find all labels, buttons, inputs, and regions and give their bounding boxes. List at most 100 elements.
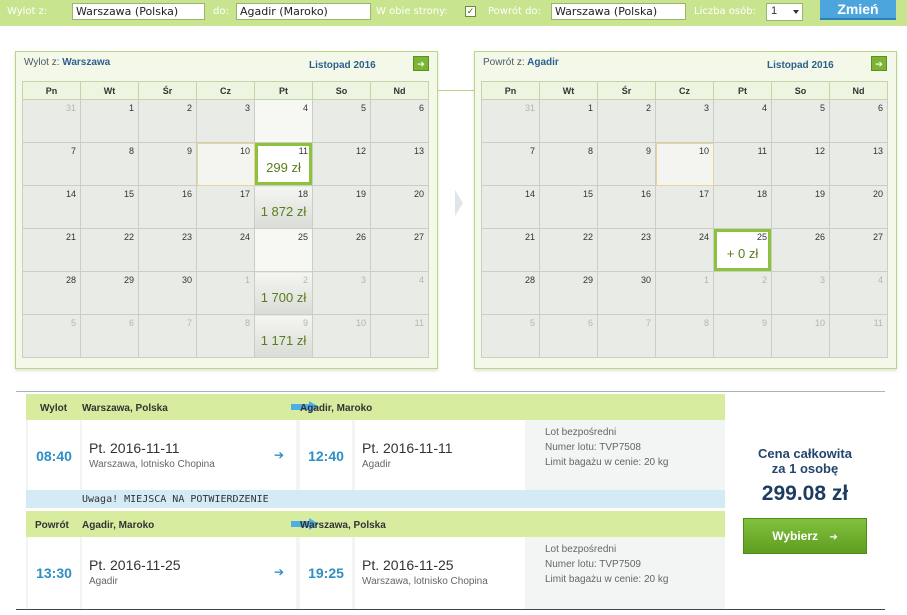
flight-number: Numer lotu: TVP7508 (545, 442, 641, 453)
calendar-day: 3 (771, 271, 830, 315)
day-number: 21 (65, 232, 76, 242)
day-number: 28 (524, 275, 535, 285)
calendar-day: 22 (539, 228, 598, 272)
calendar-day: 27 (370, 228, 429, 272)
day-number: 2 (761, 275, 767, 285)
day-number: 16 (640, 189, 651, 199)
calendar-day-with-price[interactable]: 18 1 872 zł (254, 185, 313, 229)
day-number: 25 (756, 232, 767, 242)
leg-label: Wylot (40, 403, 68, 414)
flight-baggage: Limit bagażu w cenie: 20 kg (545, 574, 669, 585)
departure-time: 08:40 (28, 420, 80, 492)
calendar-day: 8 (80, 142, 139, 186)
day-number: 25 (297, 232, 308, 242)
day-number: 31 (524, 103, 535, 113)
day-number: 9 (302, 318, 308, 328)
arrival-airport: Warszawa, lotnisko Chopina (362, 576, 488, 587)
day-number: 3 (244, 103, 250, 113)
roundtrip-checkbox[interactable]: ✓ (465, 6, 476, 17)
day-number: 1 (587, 103, 593, 113)
flight-info: Lot bezpośredni Numer lotu: TVP7508 Limi… (545, 425, 668, 470)
calendar-day-with-price[interactable]: 9 1 171 zł (254, 314, 313, 358)
day-price: 1 700 zł (260, 290, 307, 305)
calendar-day: 5 (312, 99, 371, 143)
day-number: 8 (587, 146, 593, 156)
day-number: 18 (756, 189, 767, 199)
from-label: Wylot z: (7, 6, 48, 17)
calendar-day: 10 (196, 142, 255, 186)
day-number: 9 (761, 318, 767, 328)
day-number: 6 (418, 103, 424, 113)
calendar-day: 8 (655, 314, 714, 358)
day-number: 6 (587, 318, 593, 328)
day-number: 6 (877, 103, 883, 113)
arrival-time: 19:25 (300, 537, 352, 609)
calendar-day: 6 (80, 314, 139, 358)
day-number: 1 (128, 103, 134, 113)
weekday-header: So (771, 81, 830, 100)
return-input[interactable]: Warszawa (Polska) (551, 3, 686, 20)
calendar-day: 1 (80, 99, 139, 143)
day-number: 10 (698, 146, 709, 156)
change-search-button[interactable]: Zmień (820, 0, 896, 20)
calendar-header: Wylot z: Warszawa Listopad 2016 ➔ (16, 52, 437, 76)
day-number: 19 (355, 189, 366, 199)
warning-text: Uwaga! MIEJSCA NA POTWIERDZENIE (82, 494, 269, 505)
calendar-day: 7 (138, 314, 197, 358)
outbound-leg-details: 08:40 Pt. 2016-11-11 Warszawa, lotnisko … (26, 420, 725, 492)
arrow-right-icon (455, 190, 463, 216)
calendar-day: 3 (655, 99, 714, 143)
from-input[interactable]: Warszawa (Polska) (72, 3, 205, 20)
to-input[interactable]: Agadir (Maroko) (236, 3, 371, 20)
calendar-day: 14 (481, 185, 540, 229)
day-number: 10 (239, 146, 250, 156)
calendar-day: 8 (539, 142, 598, 186)
calendar-day: 12 (771, 142, 830, 186)
day-number: 17 (698, 189, 709, 199)
calendar-grid: Pn Wt Śr Cz Pt So Nd 31 1 2 3 4 5 6 7 8 9 10 11 299 zł 12 13… (22, 81, 429, 358)
calendar-day: 29 (539, 271, 598, 315)
calendar-month: Listopad 2016 (309, 60, 376, 71)
calendar-day: 6 (829, 99, 888, 143)
next-month-arrow-icon[interactable]: ➔ (871, 56, 887, 71)
calendar-day: 10 (771, 314, 830, 358)
calendar-day: 30 (138, 271, 197, 315)
chevron-right-icon: ➔ (274, 448, 285, 462)
persons-select[interactable]: 1 (766, 3, 803, 21)
calendar-day-with-price[interactable]: 25 + 0 zł (713, 228, 772, 272)
calendar-day: 11 (713, 142, 772, 186)
total-price-value: 299.08 zł (761, 482, 849, 505)
calendar-day: 3 (312, 271, 371, 315)
calendar-day: 17 (655, 185, 714, 229)
day-number: 11 (757, 146, 767, 156)
day-number: 18 (297, 189, 308, 199)
calendar-day: 14 (22, 185, 81, 229)
calendar-day: 9 (597, 142, 656, 186)
flight-direct: Lot bezpośredni (545, 427, 617, 438)
calendar-day: 4 (713, 99, 772, 143)
weekday-header: Pt (713, 81, 772, 100)
weekday-header: Pn (481, 81, 540, 100)
day-number: 13 (413, 146, 424, 156)
departure-date: Pt. 2016-11-25 (89, 557, 181, 573)
day-number: 11 (873, 318, 883, 328)
day-number: 8 (244, 318, 250, 328)
persons-label: Liczba osób: (694, 6, 756, 17)
weekday-header: Wt (80, 81, 139, 100)
calendar-day: 8 (196, 314, 255, 358)
calendar-day-with-price[interactable]: 11 299 zł (254, 142, 313, 186)
day-number: 10 (814, 318, 825, 328)
calendar-day: 9 (138, 142, 197, 186)
roundtrip-label: W obie strony: (376, 6, 448, 17)
day-number: 27 (872, 232, 883, 242)
choose-button[interactable]: Wybierz ➔ (743, 518, 867, 554)
calendar-day: 26 (312, 228, 371, 272)
next-month-arrow-icon[interactable]: ➔ (413, 56, 429, 71)
arrival-block: Pt. 2016-11-25 Warszawa, lotnisko Chopin… (355, 537, 525, 609)
calendar-day-with-price[interactable]: 2 1 700 zł (254, 271, 313, 315)
leg-from: Agadir, Maroko (82, 520, 155, 531)
day-number: 2 (645, 103, 651, 113)
day-number: 29 (123, 275, 134, 285)
choose-button-label: Wybierz (772, 529, 819, 543)
day-number: 24 (239, 232, 250, 242)
